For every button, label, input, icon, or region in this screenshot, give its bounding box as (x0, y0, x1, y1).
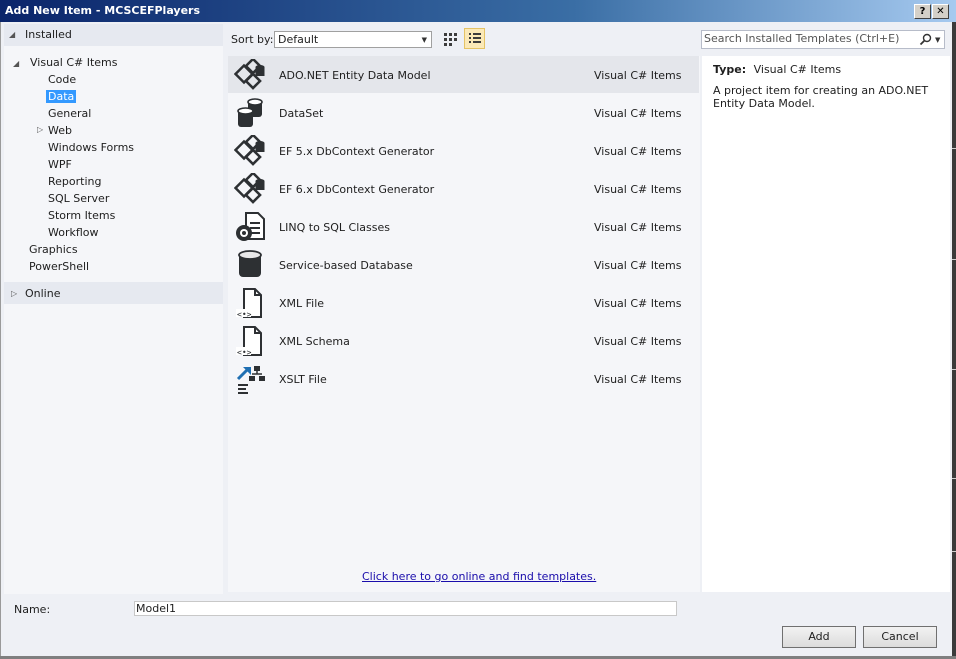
xslt-file-icon (234, 363, 266, 395)
template-row[interactable]: XSLT File Visual C# Items (228, 360, 699, 397)
category-tree: ◢ Installed ◢ Visual C# Items Code Data … (4, 24, 223, 594)
tree-item-web[interactable]: Web (48, 124, 72, 137)
template-type: Visual C# Items (594, 373, 682, 386)
window-title: Add New Item - MCSCEFPlayers (5, 4, 201, 17)
template-row[interactable]: ADO.NET Entity Data Model Visual C# Items (228, 56, 699, 93)
type-value: Visual C# Items (753, 63, 842, 76)
template-type: Visual C# Items (594, 259, 682, 272)
template-row[interactable]: DataSet Visual C# Items (228, 94, 699, 131)
expanded-arrow-icon[interactable]: ◢ (9, 30, 15, 39)
collapsed-arrow-icon[interactable]: ▷ (11, 289, 17, 298)
tree-item-workflow[interactable]: Workflow (48, 226, 99, 239)
template-name: LINQ to SQL Classes (279, 221, 390, 234)
tree-item-data[interactable]: Data (46, 90, 77, 103)
entity-model-icon (233, 57, 266, 91)
close-button[interactable]: ✕ (932, 4, 949, 19)
xml-file-icon: <•> (234, 287, 266, 319)
tree-item-installed[interactable]: Installed (25, 28, 72, 41)
template-type: Visual C# Items (594, 297, 682, 310)
entity-model-icon (233, 133, 266, 167)
template-row[interactable]: <•> XML File Visual C# Items (228, 284, 699, 321)
template-row[interactable]: <•> XML Schema Visual C# Items (228, 322, 699, 359)
chevron-down-icon[interactable]: ▼ (935, 36, 940, 44)
medium-icons-view-button[interactable] (440, 29, 459, 49)
template-name: ADO.NET Entity Data Model (279, 69, 431, 82)
template-name: XML Schema (279, 335, 350, 348)
tree-item-visual-csharp[interactable]: Visual C# Items (30, 56, 118, 69)
add-button[interactable]: Add (782, 626, 856, 648)
sort-label: Sort by: (231, 33, 274, 46)
template-name: EF 5.x DbContext Generator (279, 145, 435, 158)
template-type: Visual C# Items (594, 107, 682, 120)
type-key: Type: (713, 63, 747, 76)
template-name: EF 6.x DbContext Generator (279, 183, 435, 196)
tree-item-online[interactable]: Online (25, 287, 60, 300)
xml-file-icon: <•> (234, 325, 266, 357)
tree-item-sql-server[interactable]: SQL Server (48, 192, 109, 205)
template-type: Visual C# Items (594, 335, 682, 348)
linq-classes-icon (234, 211, 266, 243)
template-type: Visual C# Items (594, 221, 682, 234)
svg-text:<•>: <•> (237, 310, 252, 319)
online-templates-link[interactable]: Click here to go online and find templat… (362, 570, 596, 583)
template-row[interactable]: Service-based Database Visual C# Items (228, 246, 699, 283)
sort-dropdown[interactable]: Default ▼ (274, 31, 432, 48)
dataset-icon (234, 97, 266, 129)
tree-item-graphics[interactable]: Graphics (29, 243, 78, 256)
template-type: Visual C# Items (594, 69, 682, 82)
tree-item-general[interactable]: General (48, 107, 91, 120)
sort-value: Default (278, 33, 319, 46)
template-row[interactable]: EF 5.x DbContext Generator Visual C# Item… (228, 132, 699, 169)
entity-model-icon (233, 171, 266, 205)
template-description: A project item for creating an ADO.NET E… (713, 84, 929, 110)
window-edge (952, 22, 956, 659)
svg-text:<•>: <•> (237, 348, 252, 357)
grid-view-icon (444, 33, 457, 46)
tree-item-powershell[interactable]: PowerShell (29, 260, 89, 273)
small-icons-view-button[interactable] (464, 28, 485, 49)
help-button[interactable]: ? (914, 4, 931, 19)
template-row[interactable]: EF 6.x DbContext Generator Visual C# Item… (228, 170, 699, 207)
search-input[interactable] (704, 32, 904, 45)
tree-item-windows-forms[interactable]: Windows Forms (48, 141, 134, 154)
database-icon (234, 249, 266, 281)
search-icon[interactable] (919, 33, 933, 47)
expanded-arrow-icon[interactable]: ◢ (13, 59, 19, 68)
details-type: Type: Visual C# Items (713, 63, 841, 76)
tree-item-wpf[interactable]: WPF (48, 158, 72, 171)
template-name: Service-based Database (279, 259, 413, 272)
template-name: XML File (279, 297, 325, 310)
list-view-icon (469, 33, 481, 43)
details-panel (702, 56, 950, 592)
template-name: XSLT File (279, 373, 327, 386)
template-name: DataSet (279, 107, 324, 120)
template-row[interactable]: LINQ to SQL Classes Visual C# Items (228, 208, 699, 245)
tree-item-code[interactable]: Code (48, 73, 76, 86)
collapsed-arrow-icon[interactable]: ▷ (37, 125, 43, 134)
template-type: Visual C# Items (594, 183, 682, 196)
name-input[interactable] (134, 601, 677, 616)
name-label: Name: (14, 603, 51, 616)
search-box[interactable]: ▼ (701, 30, 945, 49)
cancel-button[interactable]: Cancel (863, 626, 937, 648)
tree-item-storm-items[interactable]: Storm Items (48, 209, 115, 222)
tree-item-reporting[interactable]: Reporting (48, 175, 101, 188)
template-type: Visual C# Items (594, 145, 682, 158)
chevron-down-icon: ▼ (421, 36, 427, 44)
